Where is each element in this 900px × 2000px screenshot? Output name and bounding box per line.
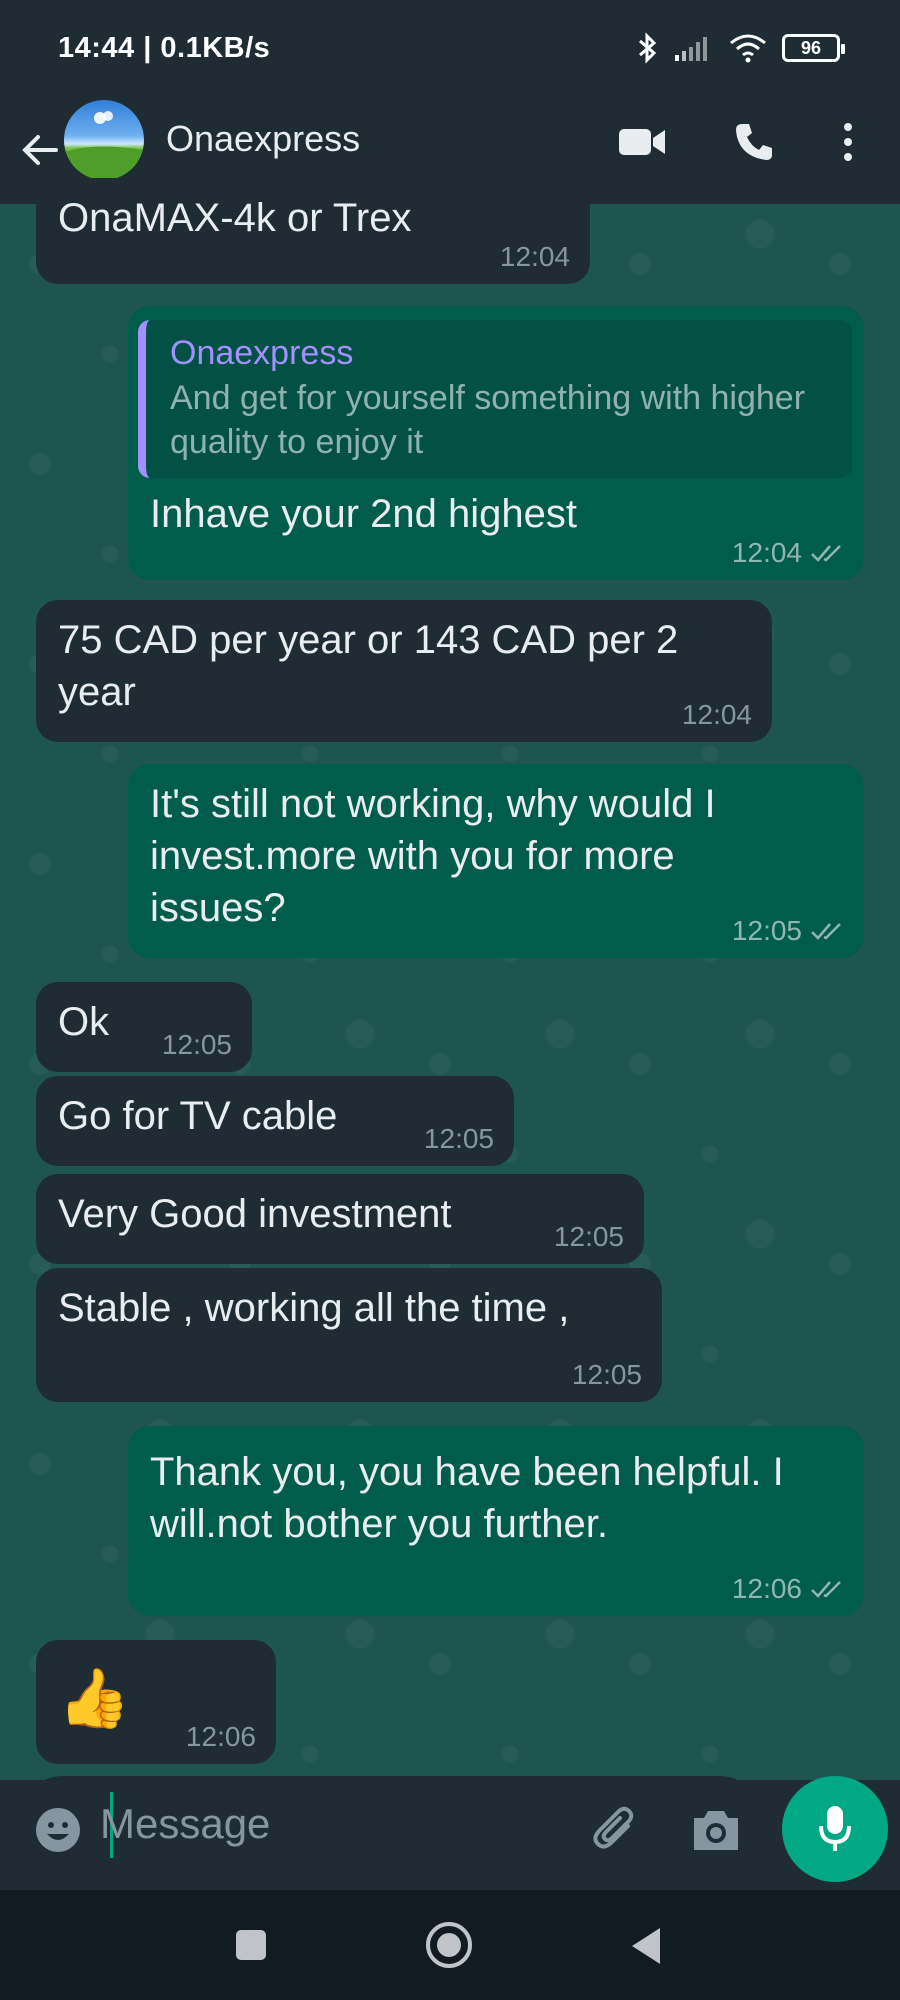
message-incoming[interactable]: 75 CAD per year or 143 CAD per 2 year 12… (36, 600, 772, 742)
message-text: Inhave your 2nd highest (150, 492, 577, 536)
timestamp: 12:04 (681, 699, 752, 730)
message-text: Ok (58, 1000, 110, 1044)
message-incoming[interactable]: Ok 12:05 (36, 982, 252, 1072)
message-time: 12:05 (732, 916, 844, 946)
status-time: 14:44 | 0.1KB/s (58, 32, 271, 64)
message-time: 12:06 (186, 1722, 256, 1752)
message-time: 12:04 (682, 700, 752, 730)
message-time: 12:05 (162, 1030, 232, 1060)
timestamp: 12:04 (731, 537, 802, 568)
quoted-sender: Onaexpress (170, 334, 354, 372)
message-time: 12:05 (424, 1124, 494, 1154)
message-incoming[interactable]: 👍 12:06 (36, 1640, 276, 1764)
bluetooth-icon (639, 32, 657, 64)
message-input[interactable]: Message (100, 1800, 270, 1848)
emoji-button[interactable] (34, 1806, 82, 1854)
quoted-text: And get for yourself something with high… (170, 379, 806, 461)
message-text: 75 CAD per year or 143 CAD per 2 year (58, 618, 679, 714)
wifi-icon (730, 34, 766, 63)
timestamp: 12:05 (553, 1221, 624, 1252)
camera-icon (694, 1811, 738, 1850)
timestamp: 12:04 (499, 241, 570, 272)
message-outgoing[interactable]: It's still not working, why would I inve… (128, 764, 864, 958)
message-time: 12:05 (554, 1222, 624, 1252)
message-incoming[interactable]: Very Good investment 12:05 (36, 1174, 644, 1264)
timestamp: 12:05 (731, 915, 802, 946)
message-time: 12:04 (500, 242, 570, 272)
timestamp: 12:05 (571, 1359, 642, 1390)
message-outgoing[interactable]: Thank you, you have been helpful. I will… (128, 1426, 864, 1616)
signal-icon (675, 37, 707, 61)
contact-name[interactable]: Onaexpress (166, 118, 360, 160)
video-call-button[interactable] (610, 110, 674, 174)
attach-icon (593, 1806, 634, 1849)
avatar[interactable] (64, 100, 144, 180)
home-icon (426, 1922, 472, 1968)
home-button[interactable] (424, 1920, 474, 1970)
message-incoming[interactable]: OnaMAX-4k or Trex 12:04 (36, 178, 590, 284)
read-receipt-icon (811, 1581, 841, 1598)
message-time: 12:05 (572, 1360, 642, 1390)
status-bar: 14:44 | 0.1KB/s 96 (0, 0, 900, 100)
timestamp: 12:06 (185, 1721, 256, 1752)
message-time: 12:04 (732, 538, 844, 568)
message-text: Thank you, you have been helpful. I will… (150, 1450, 784, 1546)
system-nav-bar (0, 1890, 900, 2000)
attach-button[interactable] (590, 1804, 642, 1856)
voice-call-button[interactable] (722, 110, 786, 174)
more-vert-icon (844, 123, 852, 161)
thumbs-up-emoji: 👍 (58, 1666, 131, 1731)
message-text: It's still not working, why would I inve… (150, 782, 716, 930)
recents-icon (236, 1930, 266, 1960)
recents-button[interactable] (234, 1928, 268, 1962)
mic-icon (819, 1806, 851, 1851)
message-text: Go for TV cable (58, 1094, 338, 1138)
avatar-image (64, 111, 144, 180)
voice-record-button[interactable] (782, 1776, 888, 1882)
read-receipt-icon (811, 923, 841, 940)
back-arrow-icon (22, 135, 58, 165)
message-incoming[interactable]: Go for TV cable 12:05 (36, 1076, 514, 1166)
more-options-button[interactable] (816, 110, 880, 174)
system-back-button[interactable] (628, 1926, 664, 1966)
back-icon (632, 1928, 660, 1964)
timestamp: 12:05 (161, 1029, 232, 1060)
back-button[interactable] (14, 120, 66, 180)
message-text: Very Good investment (58, 1192, 452, 1236)
video-call-icon (619, 129, 665, 155)
message-incoming[interactable]: Stable , working all the time , 12:05 (36, 1268, 662, 1402)
status-icons: 96 (636, 30, 845, 66)
message-time: 12:06 (732, 1574, 844, 1604)
quoted-message[interactable]: Onaexpress And get for yourself somethin… (138, 320, 852, 478)
message-text: OnaMAX-4k or Trex (58, 196, 412, 240)
timestamp: 12:06 (731, 1573, 802, 1604)
phone-call-icon (736, 124, 772, 160)
message-outgoing[interactable]: Onaexpress And get for yourself somethin… (128, 306, 864, 580)
read-receipt-icon (811, 545, 841, 562)
emoji-icon (36, 1808, 80, 1852)
battery-indicator: 96 (782, 34, 845, 62)
camera-button[interactable] (690, 1806, 742, 1854)
message-text: Stable , working all the time , (58, 1286, 570, 1330)
timestamp: 12:05 (423, 1123, 494, 1154)
